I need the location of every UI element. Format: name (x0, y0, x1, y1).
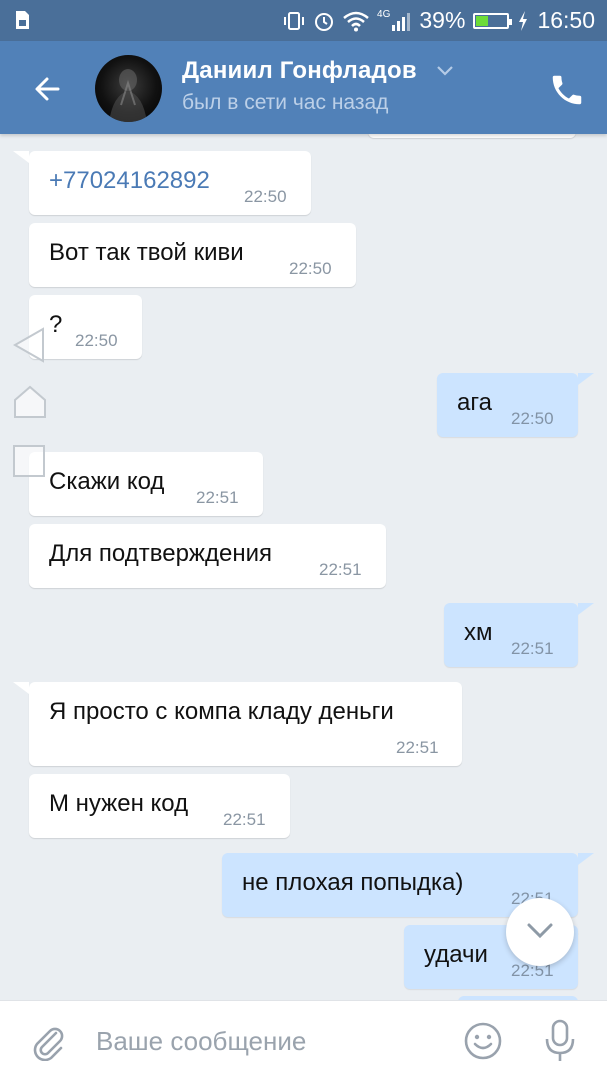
message-text: М нужен код (49, 790, 189, 817)
bubble-tail (578, 373, 594, 385)
message-bubble[interactable]: Для подтверждения 22:51 (29, 524, 386, 588)
message-time: 22:51 (511, 639, 554, 658)
message-list[interactable]: +77024162892 22:50 Вот так твой киви 22:… (0, 134, 607, 1000)
message-bubble[interactable]: М нужен код 22:51 (29, 774, 290, 838)
message-time: 22:51 (196, 488, 239, 507)
message-text: Я просто с компа кладу деньги (49, 698, 394, 725)
partial-message-top (368, 134, 576, 138)
microphone-icon[interactable] (543, 1019, 577, 1063)
message-time: 22:50 (244, 187, 287, 206)
bubble-tail (578, 853, 594, 865)
nav-home-icon[interactable] (12, 384, 48, 420)
message-text: ага (457, 389, 492, 416)
message-bubble[interactable]: хм 22:51 (444, 603, 578, 667)
back-arrow-icon[interactable] (26, 67, 70, 111)
message-time: 22:51 (396, 738, 439, 757)
vibrate-icon (284, 11, 305, 30)
status-bar: 4G 39% 16:50 (0, 0, 607, 41)
clock: 16:50 (537, 7, 595, 33)
battery-fill (476, 15, 489, 26)
battery-percent: 39% (419, 7, 466, 33)
alarm-icon (315, 12, 334, 31)
chevron-down-icon[interactable] (436, 65, 454, 77)
message-time: 22:51 (319, 560, 362, 579)
message-text: Скажи код (49, 468, 165, 495)
message-time: 22:50 (75, 331, 118, 350)
message-text: не плохая попыдка) (242, 869, 464, 896)
charging-icon (519, 10, 528, 31)
message-composer (0, 1000, 607, 1081)
message-bubble[interactable]: Я просто с компа кладу деньги 22:51 (29, 682, 462, 766)
avatar[interactable] (95, 55, 162, 122)
paperclip-icon[interactable] (28, 1021, 68, 1061)
message-text: удачи (424, 941, 488, 968)
signal-indicator: 4G (377, 8, 411, 32)
bubble-tail (13, 682, 29, 694)
bubble-tail (13, 151, 29, 163)
message-time: 22:50 (289, 259, 332, 278)
sim-icon (16, 11, 29, 29)
emoji-icon[interactable] (463, 1021, 503, 1061)
avatar-image (109, 69, 147, 122)
message-text: хм (464, 619, 493, 646)
signal-icon (392, 12, 411, 31)
message-bubble[interactable]: ага 22:50 (437, 373, 578, 437)
nav-back-icon[interactable] (12, 327, 46, 363)
chat-header: Даниил Гонфладов был в сети час назад (0, 41, 607, 134)
chevron-down-icon (527, 923, 553, 939)
last-seen-status: был в сети час назад (182, 91, 389, 114)
message-text: Вот так твой киви (49, 239, 244, 266)
message-bubble[interactable]: Вот так твой киви 22:50 (29, 223, 356, 287)
message-bubble[interactable]: Скажи код 22:51 (29, 452, 263, 516)
battery-icon (473, 12, 513, 29)
message-input[interactable] (96, 1021, 436, 1061)
bubble-tail (578, 603, 594, 615)
network-type: 4G (377, 8, 391, 20)
contact-name[interactable]: Даниил Гонфладов (182, 57, 417, 85)
nav-recents-icon[interactable] (12, 444, 46, 478)
message-bubble[interactable]: +77024162892 22:50 (29, 151, 311, 215)
message-time: 22:50 (511, 409, 554, 428)
phone-icon[interactable] (548, 71, 586, 109)
wifi-icon (343, 11, 369, 31)
message-time: 22:51 (223, 810, 266, 829)
scroll-to-bottom-button[interactable] (506, 898, 574, 966)
message-text: Для подтверждения (49, 540, 272, 567)
phone-link[interactable]: +77024162892 (49, 167, 210, 195)
message-text: ? (49, 311, 63, 338)
